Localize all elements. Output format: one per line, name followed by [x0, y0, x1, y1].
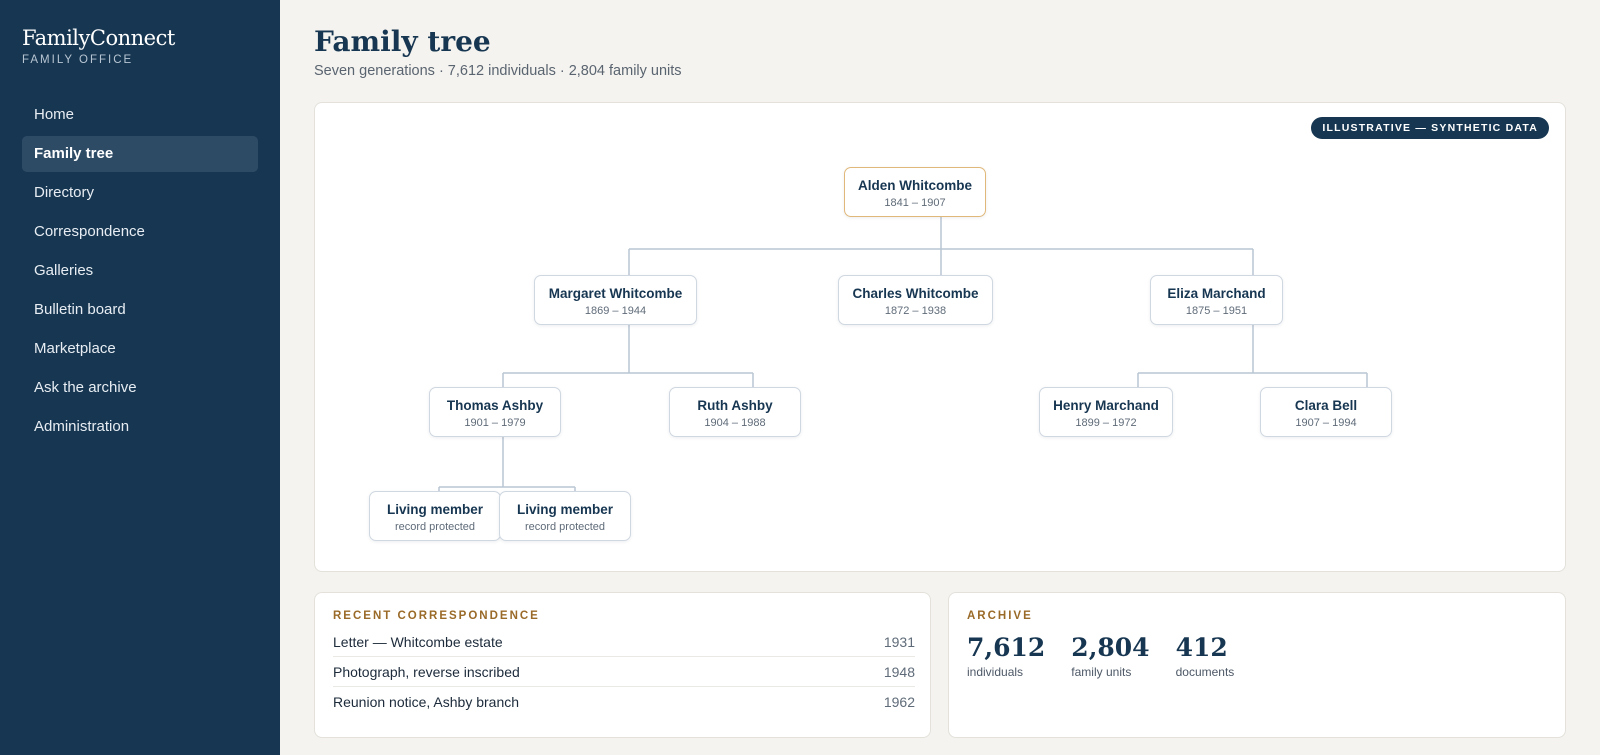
person-name: Margaret Whitcombe	[548, 286, 683, 301]
tree-node-thomas-ashby[interactable]: Thomas Ashby 1901 – 1979	[429, 387, 561, 437]
tree-node-eliza-marchand[interactable]: Eliza Marchand 1875 – 1951	[1150, 275, 1283, 325]
item-title: Photograph, reverse inscribed	[333, 664, 520, 680]
stat-documents: 412 documents	[1176, 633, 1235, 679]
sidebar-item-correspondence[interactable]: Correspondence	[22, 214, 258, 250]
tree-node-living-member-1[interactable]: Living member record protected	[369, 491, 501, 541]
stat-individuals: 7,612 individuals	[967, 633, 1045, 679]
recent-correspondence-panel: RECENT CORRESPONDENCE Letter — Whitcombe…	[314, 592, 931, 738]
sidebar-item-marketplace[interactable]: Marketplace	[22, 331, 258, 367]
tree-node-charles-whitcombe[interactable]: Charles Whitcombe 1872 – 1938	[838, 275, 993, 325]
stat-value: 2,804	[1071, 633, 1150, 662]
sidebar-item-family-tree[interactable]: Family tree	[22, 136, 258, 172]
person-name: Henry Marchand	[1053, 398, 1159, 413]
stat-value: 412	[1175, 633, 1228, 662]
page-subtitle: Seven generations · 7,612 individuals · …	[314, 63, 682, 79]
person-name: Thomas Ashby	[446, 398, 544, 413]
stat-label: individuals	[967, 665, 1024, 679]
person-name: Living member	[386, 502, 484, 517]
person-name: Living member	[516, 502, 614, 517]
person-name: Clara Bell	[1294, 398, 1358, 413]
archive-panel: ARCHIVE 7,612 individuals 2,804 family u…	[948, 592, 1566, 738]
item-year: 1948	[883, 664, 915, 680]
tree-node-ruth-ashby[interactable]: Ruth Ashby 1904 – 1988	[669, 387, 801, 437]
person-dates: 1872 – 1938	[884, 305, 947, 317]
page-title: Family tree	[314, 25, 491, 58]
tree-node-margaret-whitcombe[interactable]: Margaret Whitcombe 1869 – 1944	[534, 275, 697, 325]
item-year: 1962	[883, 694, 915, 710]
tree-node-alden-whitcombe[interactable]: Alden Whitcombe 1841 – 1907	[844, 167, 986, 217]
brand-subtitle: FAMILY OFFICE	[22, 54, 134, 66]
person-dates: 1901 – 1979	[464, 417, 526, 429]
stat-family-units: 2,804 family units	[1071, 633, 1149, 679]
person-dates: 1899 – 1972	[1075, 417, 1137, 429]
person-name: Eliza Marchand	[1167, 286, 1266, 301]
list-item[interactable]: Reunion notice, Ashby branch 1962	[333, 687, 915, 717]
connector-root	[628, 217, 1254, 275]
person-name: Charles Whitcombe	[852, 286, 979, 301]
brand-name: FamilyConnect	[22, 26, 175, 50]
section-label: ARCHIVE	[967, 610, 1033, 622]
sidebar-item-ask-the-archive[interactable]: Ask the archive	[22, 370, 258, 406]
person-dates: record protected	[394, 521, 476, 533]
tree-node-henry-marchand[interactable]: Henry Marchand 1899 – 1972	[1039, 387, 1173, 437]
person-dates: 1907 – 1994	[1295, 417, 1357, 429]
person-dates: record protected	[524, 521, 606, 533]
item-title: Reunion notice, Ashby branch	[333, 694, 520, 710]
person-dates: 1904 – 1988	[704, 417, 766, 429]
sidebar-item-home[interactable]: Home	[22, 97, 258, 133]
connector-thomas	[438, 437, 576, 497]
person-name: Alden Whitcombe	[858, 178, 972, 193]
person-dates: 1875 – 1951	[1185, 305, 1248, 317]
correspondence-list: Letter — Whitcombe estate 1931 Photograp…	[333, 627, 915, 717]
tree-node-living-member-2[interactable]: Living member record protected	[499, 491, 631, 541]
person-name: Ruth Ashby	[697, 398, 773, 413]
list-item[interactable]: Photograph, reverse inscribed 1948	[333, 657, 915, 687]
list-item[interactable]: Letter — Whitcombe estate 1931	[333, 627, 915, 657]
item-year: 1931	[883, 634, 915, 650]
connector-margaret	[502, 325, 754, 393]
section-label: RECENT CORRESPONDENCE	[333, 610, 540, 622]
sidebar-item-bulletin-board[interactable]: Bulletin board	[22, 292, 258, 328]
stat-label: documents	[1175, 665, 1235, 679]
family-tree-panel: ILLUSTRATIVE — SYNTHETIC DATA Alden Whit…	[314, 102, 1566, 572]
sidebar-item-galleries[interactable]: Galleries	[22, 253, 258, 289]
stat-label: family units	[1071, 665, 1132, 679]
stat-value: 7,612	[967, 633, 1046, 662]
connector-eliza	[1137, 325, 1368, 393]
person-dates: 1841 – 1907	[884, 197, 946, 209]
sidebar-nav: Home Family tree Directory Correspondenc…	[22, 97, 258, 448]
archive-stats: 7,612 individuals 2,804 family units 412…	[967, 633, 1260, 679]
person-dates: 1869 – 1944	[584, 305, 647, 317]
brand[interactable]: FamilyConnect FAMILY OFFICE	[22, 26, 175, 66]
sidebar: FamilyConnect FAMILY OFFICE Home Family …	[0, 0, 280, 755]
item-title: Letter — Whitcombe estate	[333, 634, 503, 650]
sidebar-item-administration[interactable]: Administration	[22, 409, 258, 445]
sidebar-item-directory[interactable]: Directory	[22, 175, 258, 211]
tree-node-clara-bell[interactable]: Clara Bell 1907 – 1994	[1260, 387, 1392, 437]
